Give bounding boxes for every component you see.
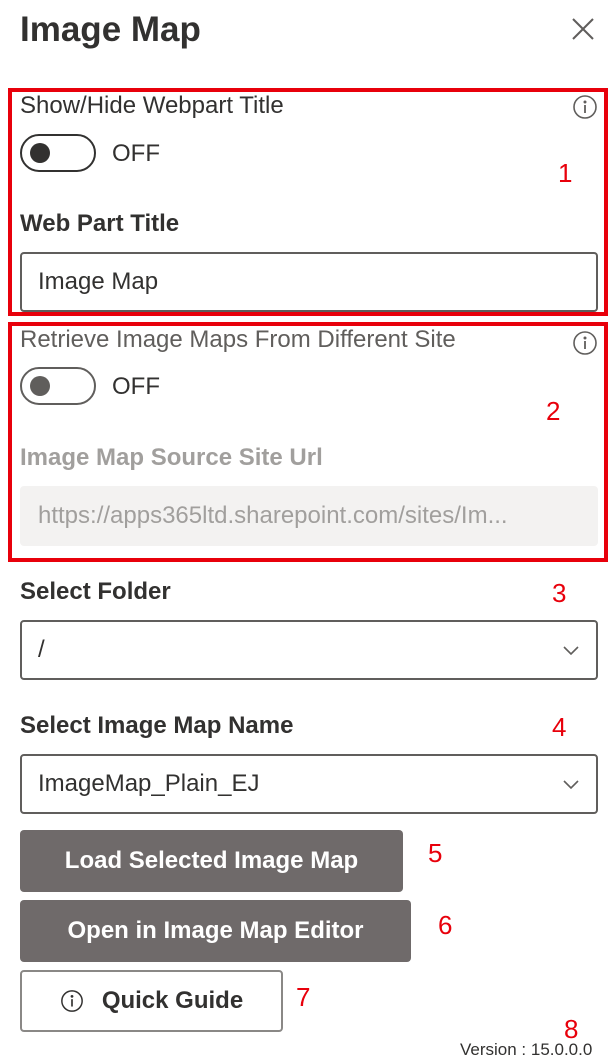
folder-dropdown[interactable]: /	[20, 620, 598, 680]
web-part-title-input[interactable]: Image Map	[20, 252, 598, 312]
quick-guide-label: Quick Guide	[101, 987, 244, 1014]
info-icon[interactable]	[572, 94, 598, 120]
marker-3: 3	[552, 578, 567, 608]
version-text: Version : 15.0.0.0	[460, 1040, 593, 1059]
folder-dropdown-value: /	[38, 636, 45, 663]
source-url-label: Image Map Source Site Url	[20, 444, 323, 471]
close-icon[interactable]	[568, 14, 598, 44]
retrieve-toggle[interactable]	[20, 367, 96, 405]
retrieve-label: Retrieve Image Maps From Different Site	[20, 326, 456, 353]
source-url-input[interactable]: https://apps365ltd.sharepoint.com/sites/…	[20, 486, 598, 546]
web-part-title-label: Web Part Title	[20, 210, 180, 237]
show-title-toggle-state: OFF	[112, 140, 160, 167]
marker-7: 7	[296, 982, 311, 1012]
select-image-map-label: Select Image Map Name	[20, 712, 294, 739]
chevron-down-icon	[563, 646, 579, 656]
marker-1: 1	[558, 158, 573, 188]
info-icon[interactable]	[572, 330, 598, 356]
quick-guide-button[interactable]: Quick Guide	[20, 970, 283, 1032]
retrieve-toggle-state: OFF	[112, 373, 160, 400]
panel-title: Image Map	[20, 10, 201, 49]
marker-5: 5	[428, 838, 443, 868]
toggle-knob	[30, 376, 50, 396]
chevron-down-icon	[563, 780, 579, 790]
show-hide-title-label: Show/Hide Webpart Title	[20, 92, 284, 119]
marker-2: 2	[546, 396, 561, 426]
show-title-toggle[interactable]	[20, 134, 96, 172]
load-selected-image-map-button[interactable]: Load Selected Image Map	[20, 830, 403, 892]
marker-6: 6	[438, 910, 453, 940]
toggle-knob	[30, 143, 50, 163]
image-map-dropdown-value: ImageMap_Plain_EJ	[38, 770, 260, 797]
open-in-editor-button[interactable]: Open in Image Map Editor	[20, 900, 411, 962]
select-folder-label: Select Folder	[20, 578, 171, 605]
marker-4: 4	[552, 712, 567, 742]
info-icon	[60, 990, 83, 1012]
image-map-dropdown[interactable]: ImageMap_Plain_EJ	[20, 754, 598, 814]
